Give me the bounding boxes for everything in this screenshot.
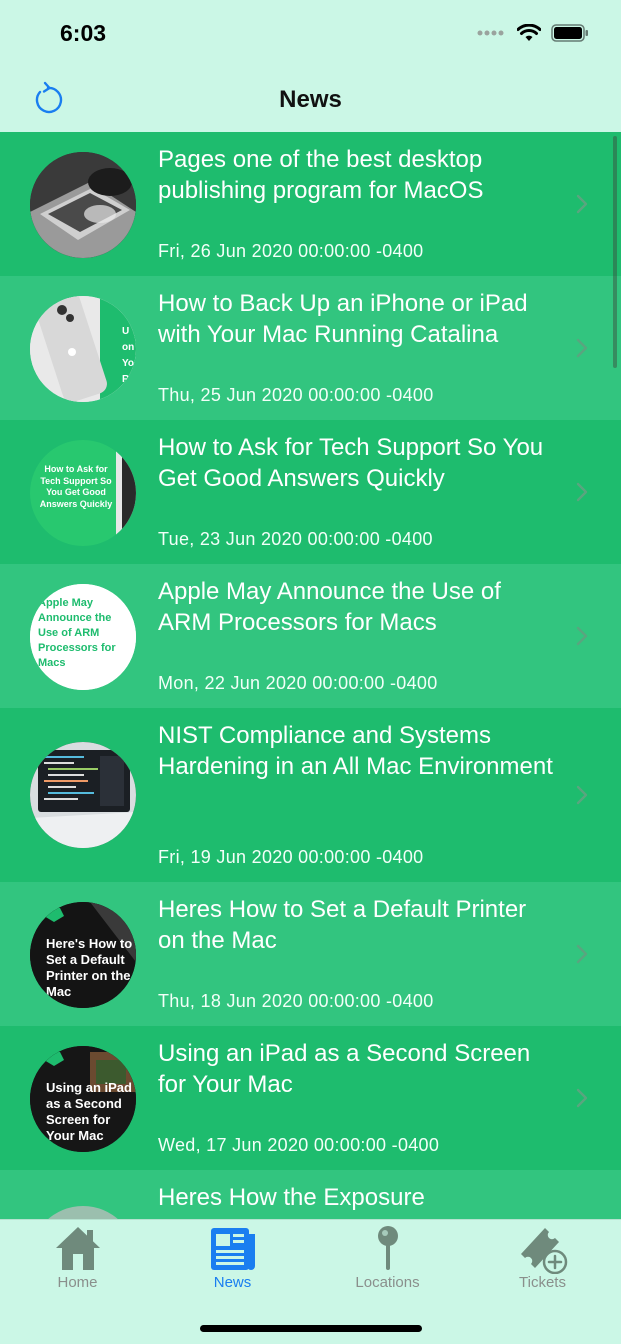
news-title: How to Back Up an iPhone or iPad with Yo… bbox=[158, 290, 528, 348]
map-pin-icon bbox=[377, 1226, 398, 1270]
chevron-right-icon bbox=[576, 626, 588, 646]
tab-tickets[interactable]: Tickets bbox=[465, 1220, 620, 1300]
thumbnail-caption: Apple May Announce the Use of ARM Proces… bbox=[38, 597, 116, 669]
svg-text:R: R bbox=[122, 374, 130, 385]
status-icons bbox=[477, 24, 589, 42]
news-title: How to Ask for Tech Support So You Get G… bbox=[158, 434, 544, 492]
news-item[interactable]: Apple May Announce the Use of ARM Proces… bbox=[0, 564, 621, 708]
news-date: Mon, 22 Jun 2020 00:00:00 -0400 bbox=[158, 673, 438, 693]
news-title: Pages one of the best desktop publishing… bbox=[158, 146, 484, 204]
news-title: NIST Compliance and Systems Hardening in… bbox=[158, 722, 553, 780]
news-thumbnail: Apple May Announce the Use of ARM Proces… bbox=[30, 584, 136, 690]
battery-icon bbox=[551, 24, 588, 42]
tab-home[interactable]: Home bbox=[0, 1220, 155, 1300]
home-indicator bbox=[200, 1325, 422, 1332]
chevron-right-icon bbox=[576, 482, 588, 502]
chevron-right-icon bbox=[576, 194, 588, 214]
news-thumbnail: Here's How to Set a Default Printer on t… bbox=[30, 902, 136, 1008]
news-list[interactable]: Pages one of the best desktop publishing… bbox=[0, 132, 621, 1219]
news-thumbnail: How to Ask for Tech Support So You Get G… bbox=[30, 440, 136, 546]
wifi-icon bbox=[517, 24, 541, 41]
thumbnail-caption: How to Ask for Tech Support So You Get G… bbox=[39, 464, 113, 509]
page-title: News bbox=[279, 86, 342, 113]
chevron-right-icon bbox=[576, 1088, 588, 1108]
news-date: Fri, 26 Jun 2020 00:00:00 -0400 bbox=[158, 241, 424, 261]
news-date: Thu, 18 Jun 2020 00:00:00 -0400 bbox=[158, 991, 434, 1011]
news-title: Heres How the Exposure bbox=[158, 1184, 425, 1211]
news-date: Thu, 25 Jun 2020 00:00:00 -0400 bbox=[158, 385, 434, 405]
svg-text:on: on bbox=[122, 342, 134, 353]
status-bar: 6:03 bbox=[0, 0, 621, 70]
news-title: Apple May Announce the Use of ARM Proces… bbox=[158, 578, 501, 636]
news-thumbnail bbox=[30, 742, 136, 848]
newspaper-icon bbox=[210, 1228, 255, 1270]
news-date: Fri, 19 Jun 2020 00:00:00 -0400 bbox=[158, 847, 424, 867]
news-item[interactable]: Heres How the Exposure bbox=[0, 1170, 621, 1219]
news-thumbnail: Using an iPad as a Second Screen for You… bbox=[30, 1046, 136, 1152]
news-item[interactable]: NIST Compliance and Systems Hardening in… bbox=[0, 708, 621, 882]
signal-icon bbox=[477, 30, 504, 36]
tab-news[interactable]: News bbox=[155, 1220, 310, 1300]
news-item[interactable]: Using an iPad as a Second Screen for You… bbox=[0, 1026, 621, 1170]
news-item[interactable]: How to Ask for Tech Support So You Get G… bbox=[0, 420, 621, 564]
news-title: Using an iPad as a Second Screen for You… bbox=[158, 1040, 531, 1098]
thumbnail-caption: Here's How to Set a Default Printer on t… bbox=[46, 936, 133, 999]
news-date: Tue, 23 Jun 2020 00:00:00 -0400 bbox=[158, 529, 433, 549]
thumbnail-caption: Using an iPad as a Second Screen for You… bbox=[46, 1080, 132, 1143]
tab-label: Home bbox=[57, 1274, 98, 1291]
news-thumbnail bbox=[30, 1206, 136, 1219]
chevron-right-icon bbox=[576, 944, 588, 964]
news-date: Wed, 17 Jun 2020 00:00:00 -0400 bbox=[158, 1135, 440, 1155]
chevron-right-icon bbox=[576, 338, 588, 358]
tab-label: Tickets bbox=[519, 1274, 566, 1291]
svg-text:Yo: Yo bbox=[122, 358, 134, 369]
status-time: 6:03 bbox=[60, 20, 107, 46]
news-thumbnail: U on Yo R bbox=[30, 296, 136, 402]
tab-label: Locations bbox=[355, 1274, 420, 1291]
chevron-right-icon bbox=[576, 785, 588, 805]
news-item[interactable]: U on Yo R How to Back Up an iPhone or iP… bbox=[0, 276, 621, 420]
ticket-add-icon bbox=[520, 1228, 567, 1274]
news-title: Heres How to Set a Default Printer on th… bbox=[158, 896, 527, 954]
scroll-indicator[interactable] bbox=[613, 136, 617, 368]
svg-text:U: U bbox=[122, 326, 129, 337]
tab-label: News bbox=[213, 1274, 252, 1291]
news-thumbnail bbox=[30, 152, 136, 258]
tab-locations[interactable]: Locations bbox=[310, 1220, 465, 1300]
news-item[interactable]: Pages one of the best desktop publishing… bbox=[0, 132, 621, 276]
home-icon bbox=[55, 1227, 100, 1270]
news-item[interactable]: Here's How to Set a Default Printer on t… bbox=[0, 882, 621, 1026]
nav-bar: News bbox=[0, 70, 621, 132]
